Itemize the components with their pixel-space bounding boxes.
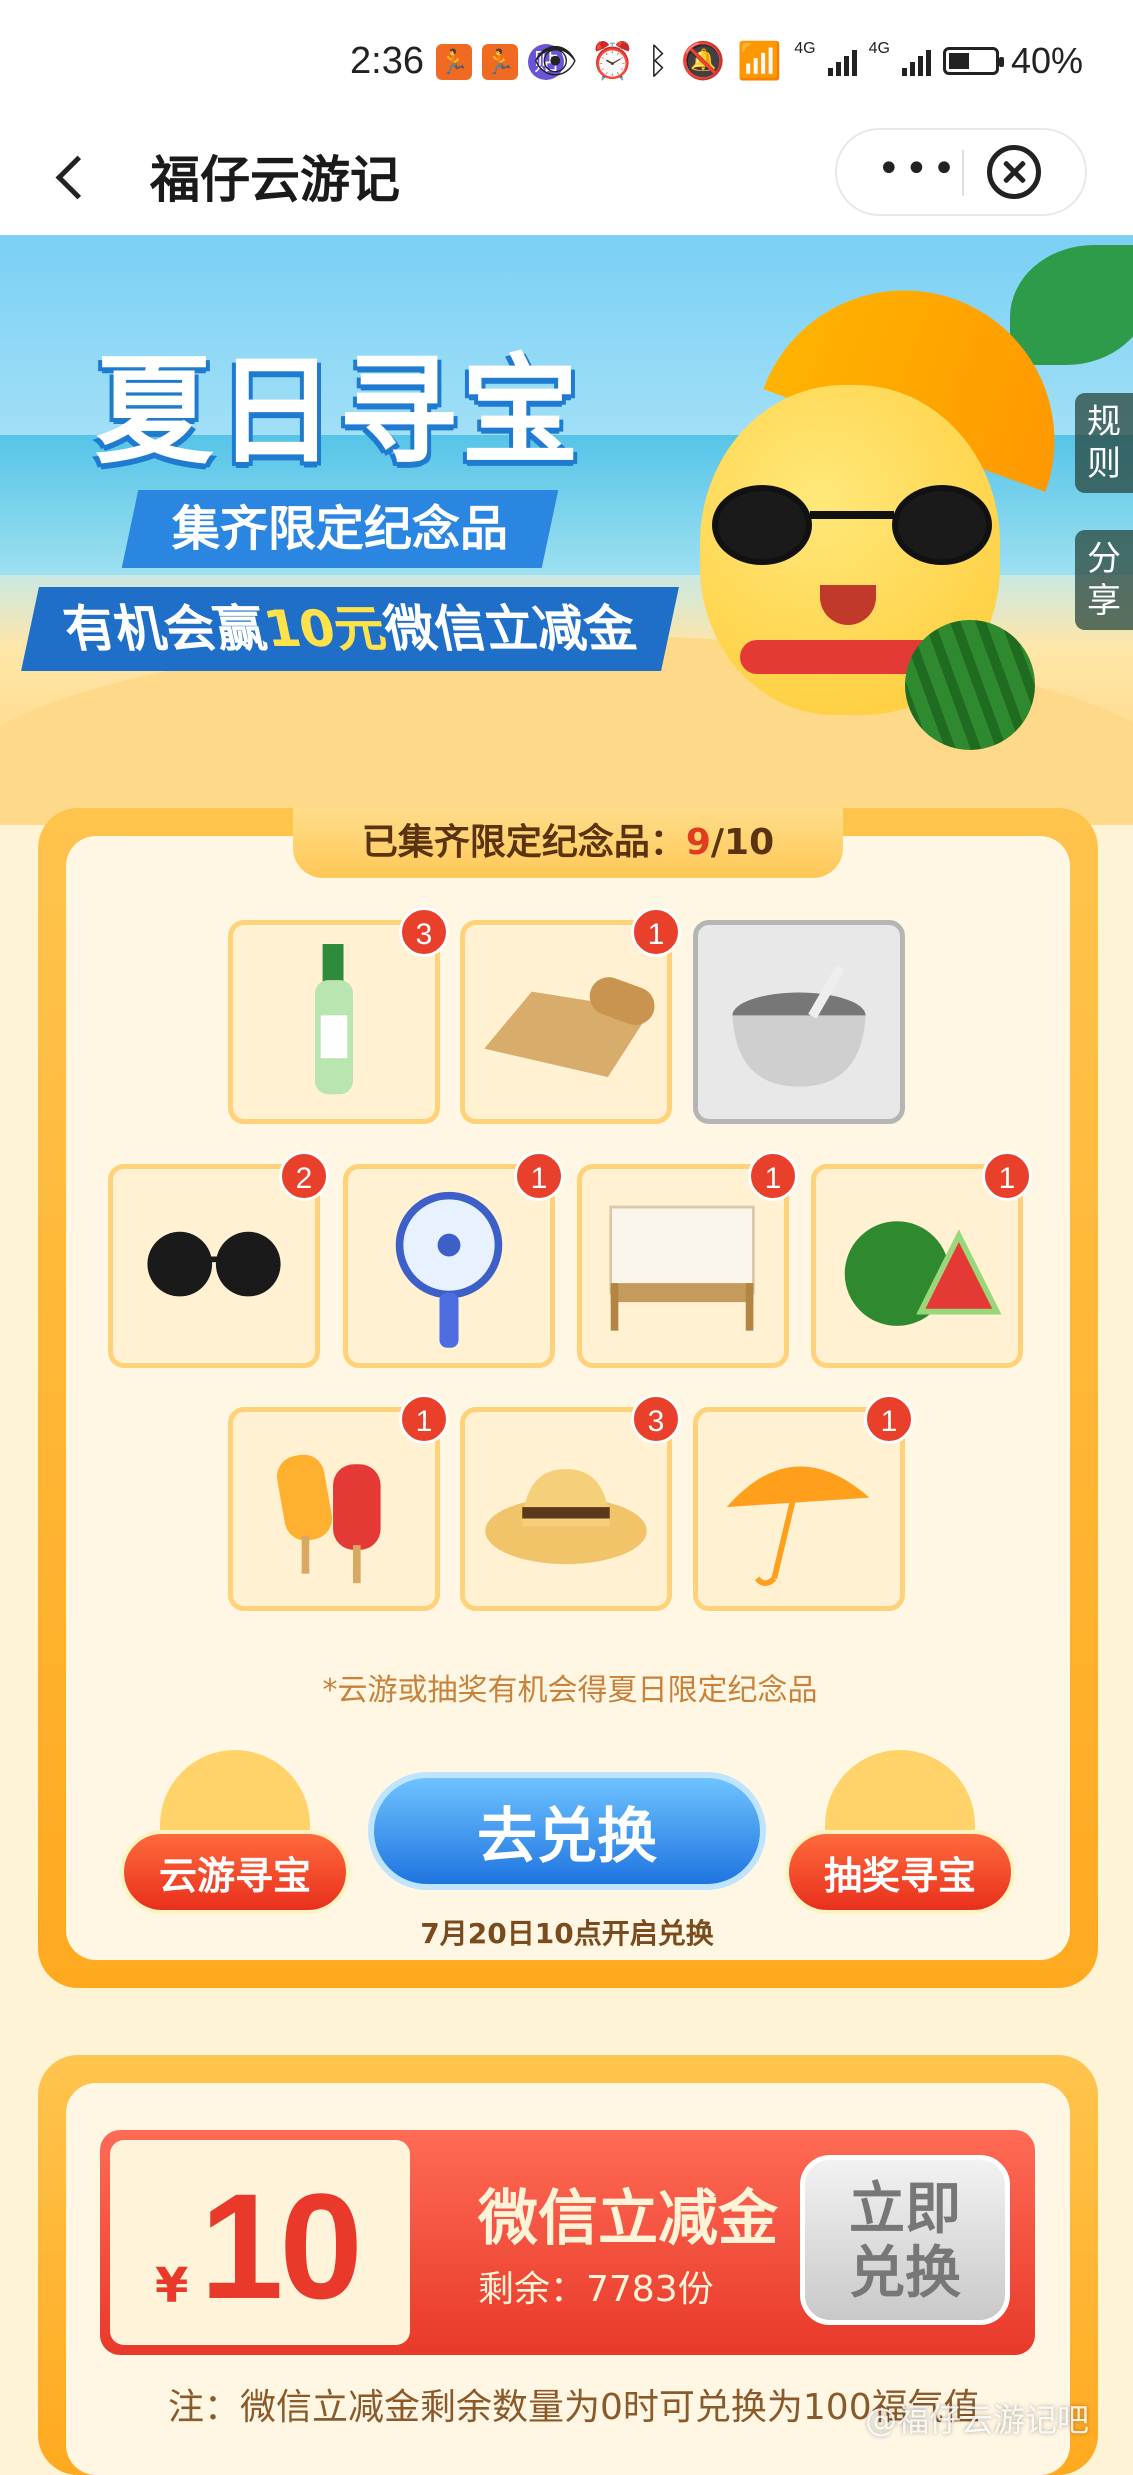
palm-tree-icon xyxy=(1010,245,1133,365)
exchange-open-time: 7月20日10点开启兑换 xyxy=(420,1917,714,1950)
wechat-coupon-card: ¥ 10 微信立减金 剩余：7783份 立即 兑换 xyxy=(100,2130,1035,2355)
summer-banner: 夏日寻宝 集齐限定纪念品 有机会赢10元微信立减金 xyxy=(0,235,1133,825)
wifi-icon: 📶 xyxy=(737,40,783,81)
rules-button[interactable]: 规则 xyxy=(1075,393,1133,493)
status-indicators: 👁 ⏰ ᛒ 🔕 📶 4G 4G 40% xyxy=(532,40,1083,82)
signal-icon xyxy=(901,46,931,76)
item-count-badge: 1 xyxy=(982,1151,1032,1201)
hint-text: *云游或抽奖有机会得夏日限定纪念品 xyxy=(322,1673,818,1708)
item-count-badge: 3 xyxy=(399,907,449,957)
status-bar: 2:36 🏃 🏃 贴 👁 ⏰ ᛒ 🔕 📶 4G 4G 40% xyxy=(0,0,1133,120)
item-count-badge: 1 xyxy=(631,907,681,957)
sunglasses-icon xyxy=(712,485,992,565)
souvenir-item-hat[interactable]: 3 xyxy=(460,1394,681,1611)
app-notification-icon: 🏃 xyxy=(482,44,518,80)
souvenir-item-soup[interactable] xyxy=(693,920,905,1124)
watermelon-icon xyxy=(905,620,1035,750)
eye-icon: 👁 xyxy=(532,40,579,81)
banner-title: 夏日寻宝 xyxy=(95,342,584,480)
more-button[interactable]: ••• xyxy=(877,149,960,189)
capsule-divider xyxy=(962,150,964,196)
coupon-amount: 10 xyxy=(200,2162,363,2330)
mosquito-net-bed-icon xyxy=(609,1205,755,1331)
coupon-note: 注：微信立减金剩余数量为0时可兑换为100福气值 xyxy=(168,2387,980,2428)
straw-hat-icon xyxy=(485,1469,647,1565)
item-count-badge: 1 xyxy=(748,1151,798,1201)
mini-program-capsule: ••• xyxy=(835,128,1087,216)
coupon-name: 微信立减金 xyxy=(478,2184,778,2254)
item-count-badge: 1 xyxy=(514,1151,564,1201)
alarm-icon: ⏰ xyxy=(590,40,635,81)
back-button[interactable] xyxy=(40,142,110,212)
bamboo-mat-icon xyxy=(484,977,655,1078)
signal-icon xyxy=(827,46,857,76)
close-icon[interactable] xyxy=(987,145,1041,199)
souvenir-item-bed[interactable]: 1 xyxy=(577,1151,798,1368)
banner-subtitle: 集齐限定纪念品 xyxy=(121,490,559,568)
item-count-badge: 1 xyxy=(399,1394,449,1444)
souvenir-item-watermelon[interactable]: 1 xyxy=(811,1151,1032,1368)
battery-percent: 40% xyxy=(1010,40,1083,81)
item-count-badge: 1 xyxy=(864,1394,914,1444)
souvenir-item-mat[interactable]: 1 xyxy=(460,907,681,1124)
coupon-currency: ¥ xyxy=(155,2258,189,2314)
page-title: 福仔云游记 xyxy=(150,151,400,209)
souvenir-item-sunglasses[interactable]: 2 xyxy=(108,1151,329,1368)
bean-soup-bowl-icon xyxy=(732,964,866,1087)
exchange-button[interactable]: 去兑换 xyxy=(368,1772,766,1890)
souvenir-item-perfume[interactable]: 3 xyxy=(228,907,449,1124)
share-button[interactable]: 分享 xyxy=(1075,530,1133,630)
bluetooth-icon: ᛒ xyxy=(646,40,669,81)
status-time: 2:36 xyxy=(350,40,424,82)
redeem-now-button[interactable]: 立即 兑换 xyxy=(800,2155,1010,2325)
watermark: @福仔云游记吧 xyxy=(865,2401,1090,2439)
collection-progress: 已集齐限定纪念品：9/10 xyxy=(293,808,843,878)
souvenir-item-umbrella[interactable]: 1 xyxy=(693,1394,914,1611)
sunglasses-icon xyxy=(147,1231,281,1297)
souvenir-item-popsicle[interactable]: 1 xyxy=(228,1394,449,1611)
network-type-label: 4G xyxy=(794,40,816,57)
coupon-remaining: 剩余：7783份 xyxy=(478,2269,714,2310)
popsicle-icon xyxy=(276,1454,381,1584)
banner-prize-line: 有机会赢10元微信立减金 xyxy=(21,587,679,671)
mute-icon: 🔕 xyxy=(680,40,726,81)
souvenir-item-fan[interactable]: 1 xyxy=(343,1151,564,1368)
lottery-treasure-button[interactable]: 抽奖寻宝 xyxy=(785,1830,1015,1914)
nav-bar: 福仔云游记 ••• xyxy=(0,120,1133,235)
coupon-value-area: ¥ 10 xyxy=(110,2140,410,2345)
watermelon-icon xyxy=(844,1221,1002,1326)
cloud-treasure-button[interactable]: 云游寻宝 xyxy=(120,1830,350,1914)
app-notification-icon: 🏃 xyxy=(436,44,472,80)
item-count-badge: 3 xyxy=(631,1394,681,1444)
item-count-badge: 2 xyxy=(279,1151,329,1201)
perfume-bottle-icon xyxy=(314,944,354,1095)
umbrella-icon xyxy=(726,1466,870,1587)
battery-icon xyxy=(942,47,1004,75)
network-type-label: 4G xyxy=(868,40,890,57)
handheld-fan-icon xyxy=(395,1191,503,1348)
